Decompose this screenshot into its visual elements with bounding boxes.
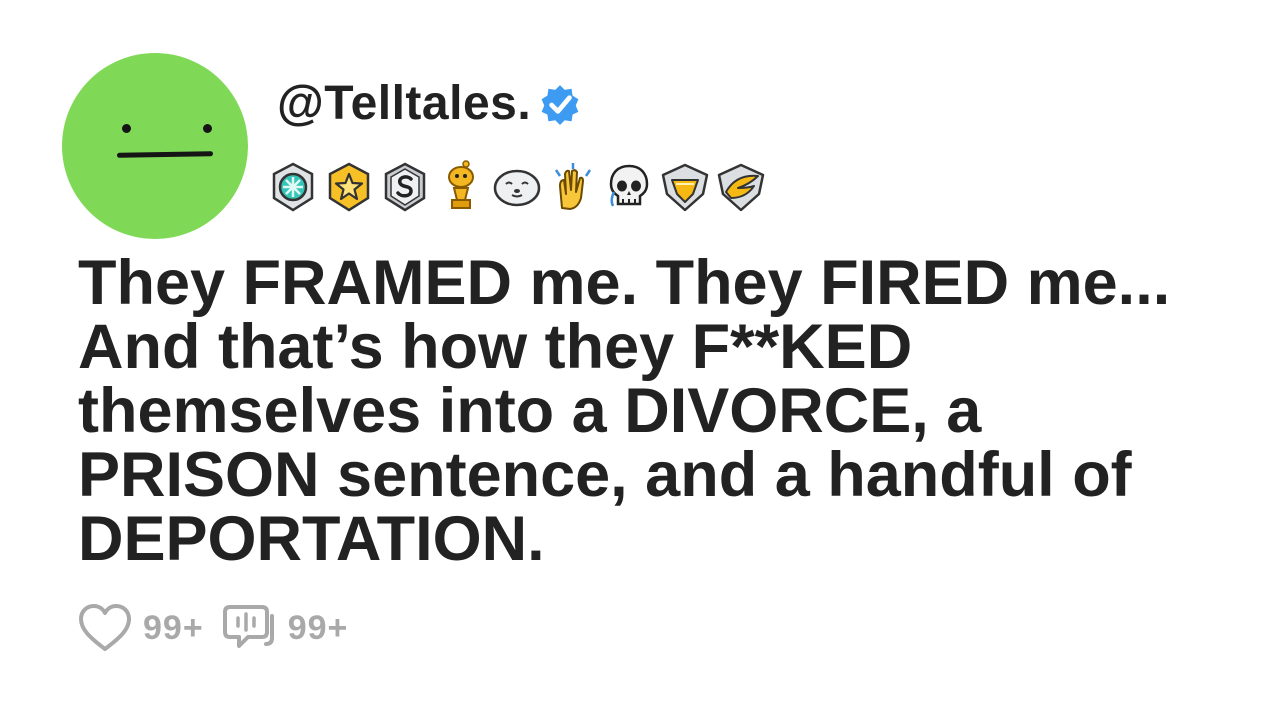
author-handle[interactable]: @Telltales.: [277, 78, 531, 130]
author-row: @Telltales.: [277, 78, 581, 130]
heart-icon[interactable]: [77, 602, 133, 654]
title-line: And that’s how they F**KED: [78, 312, 913, 382]
s-medal-icon[interactable]: [380, 160, 430, 214]
clap-hands-icon[interactable]: [548, 160, 598, 214]
title-line: themselves into a DIVORCE, a: [78, 376, 982, 446]
comment-icon[interactable]: [222, 602, 278, 654]
skull-icon[interactable]: [604, 160, 654, 214]
wing-shield-badge-icon[interactable]: [716, 160, 766, 214]
verified-badge-icon: [541, 85, 579, 125]
avatar[interactable]: [62, 53, 248, 239]
title-line: PRISON sentence, and a handful of: [78, 440, 1132, 510]
star-medal-icon[interactable]: [324, 160, 374, 214]
title-line: DEPORTATION.: [78, 504, 545, 574]
gold-diamond-badge-icon[interactable]: [660, 160, 710, 214]
post-stats: 99+ 99+: [77, 602, 366, 654]
trophy-snoo-icon[interactable]: [436, 160, 486, 214]
post-title: They FRAMED me. They FIRED me... And tha…: [78, 251, 1238, 571]
helpful-medal-icon[interactable]: [268, 160, 318, 214]
avatar-mouth: [116, 151, 214, 158]
likes-count: 99+: [143, 608, 204, 647]
comments-count: 99+: [287, 608, 349, 647]
avatar-left-eye: [122, 124, 131, 133]
seal-icon[interactable]: [492, 160, 542, 214]
avatar-right-eye: [203, 124, 212, 133]
title-line: They FRAMED me. They FIRED me...: [78, 248, 1171, 318]
award-badges: [268, 160, 766, 214]
